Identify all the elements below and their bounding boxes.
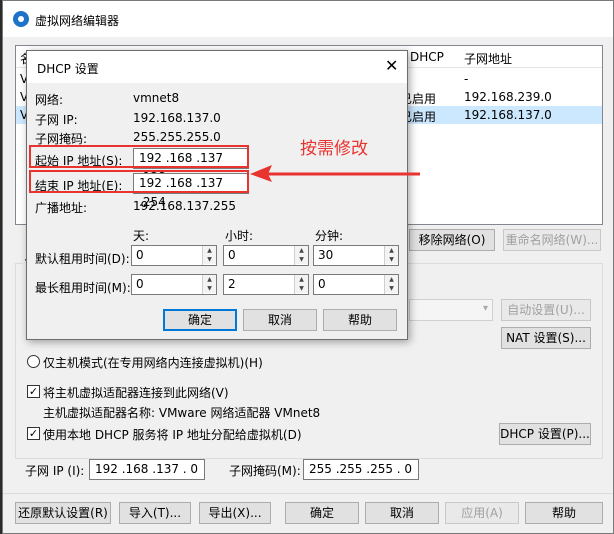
chevron-down-icon[interactable]: ▼: [203, 255, 216, 264]
chevron-down-icon: ▾: [482, 303, 488, 314]
dhcp-settings-button[interactable]: DHCP 设置(P)...: [499, 423, 591, 445]
max-lease-days-stepper[interactable]: 0 ▲ ▼: [131, 274, 217, 295]
network-label: 网络:: [35, 93, 64, 107]
import-button[interactable]: 导入(T)...: [119, 502, 191, 524]
list-header-dhcp[interactable]: DHCP: [410, 50, 444, 64]
chevron-down-icon[interactable]: ▼: [295, 284, 308, 293]
chevron-up-icon[interactable]: ▲: [295, 275, 308, 284]
stepper-arrows[interactable]: ▲ ▼: [202, 246, 216, 265]
remove-network-button[interactable]: 移除网络(O): [409, 229, 495, 251]
default-lease-days-stepper[interactable]: 0 ▲ ▼: [131, 245, 217, 266]
broadcast-label: 广播地址:: [35, 201, 88, 215]
row-subnet: -: [464, 72, 469, 86]
bridge-dropdown[interactable]: ▾: [409, 299, 493, 321]
annotation-text: 按需修改: [300, 139, 368, 159]
stepper-arrows[interactable]: ▲ ▼: [294, 246, 308, 265]
connect-adapter-label: 将主机虚拟适配器连接到此网络(V): [43, 386, 229, 400]
network-value: vmnet8: [133, 91, 180, 105]
subnet-ip-value: 192.168.137.0: [133, 111, 221, 125]
subnet-ip-label: 子网 IP (I):: [25, 464, 85, 478]
end-ip-highlight: [29, 170, 249, 193]
stepper-arrows[interactable]: ▲ ▼: [384, 246, 398, 265]
chevron-down-icon[interactable]: ▼: [295, 255, 308, 264]
start-ip-highlight: [29, 145, 249, 168]
default-lease-hours-stepper[interactable]: 0 ▲ ▼: [223, 245, 309, 266]
stepper-value: 0: [136, 277, 144, 291]
nat-settings-button[interactable]: NAT 设置(S)...: [501, 327, 591, 349]
minutes-header: 分钟:: [315, 229, 344, 243]
max-lease-hours-stepper[interactable]: 2 ▲ ▼: [223, 274, 309, 295]
chevron-down-icon[interactable]: ▼: [385, 284, 398, 293]
rename-network-button[interactable]: 重命名网络(W)...: [503, 229, 601, 251]
editor-title: 虚拟网络编辑器: [35, 14, 120, 28]
default-lease-label: 默认租用时间(D):: [35, 252, 130, 266]
dialog-titlebar: DHCP 设置 ✕: [27, 51, 407, 83]
dhcp-settings-dialog: DHCP 设置 ✕ 网络: vmnet8 子网 IP: 192.168.137.…: [26, 50, 408, 340]
row-subnet: 192.168.239.0: [464, 90, 552, 104]
network-app-icon: [13, 11, 29, 27]
row-subnet: 192.168.137.0: [464, 108, 552, 122]
chevron-down-icon[interactable]: ▼: [385, 255, 398, 264]
broadcast-value: 192.168.137.255: [133, 199, 237, 213]
subnet-ip-field[interactable]: 192 .168 .137 . 0: [89, 459, 205, 480]
divider: [3, 493, 613, 494]
stepper-arrows[interactable]: ▲ ▼: [384, 275, 398, 294]
apply-button[interactable]: 应用(A): [445, 502, 519, 524]
stepper-value: 2: [228, 277, 236, 291]
help-button[interactable]: 帮助: [525, 502, 603, 524]
annotation-arrow: [250, 165, 420, 182]
stepper-value: 30: [318, 248, 334, 262]
cancel-button[interactable]: 取消: [365, 502, 439, 524]
subnet-mask-label: 子网掩码(M):: [229, 464, 301, 478]
stepper-arrows[interactable]: ▲ ▼: [294, 275, 308, 294]
chevron-up-icon[interactable]: ▲: [295, 246, 308, 255]
dialog-title: DHCP 设置: [37, 62, 99, 76]
subnet-mask-field[interactable]: 255 .255 .255 . 0: [303, 459, 419, 480]
stepper-value: 0: [228, 248, 236, 262]
host-only-radio[interactable]: [27, 355, 40, 368]
default-lease-minutes-stepper[interactable]: 30 ▲ ▼: [313, 245, 399, 266]
list-header-subnet[interactable]: 子网地址: [464, 50, 512, 67]
hours-header: 小时:: [225, 229, 254, 243]
dialog-ok-button[interactable]: 确定: [163, 309, 237, 331]
use-dhcp-checkbox[interactable]: ✓: [27, 427, 40, 440]
use-dhcp-label: 使用本地 DHCP 服务将 IP 地址分配给虚拟机(D): [43, 428, 302, 442]
subnet-mask-value: 255.255.255.0: [133, 130, 221, 144]
connect-adapter-checkbox[interactable]: ✓: [27, 385, 40, 398]
ok-button[interactable]: 确定: [285, 502, 359, 524]
stepper-value: 0: [318, 277, 326, 291]
days-header: 天:: [133, 229, 150, 243]
export-button[interactable]: 导出(X)...: [199, 502, 271, 524]
chevron-down-icon[interactable]: ▼: [203, 284, 216, 293]
chevron-up-icon[interactable]: ▲: [385, 275, 398, 284]
stepper-value: 0: [136, 248, 144, 262]
max-lease-minutes-stepper[interactable]: 0 ▲ ▼: [313, 274, 399, 295]
dialog-cancel-button[interactable]: 取消: [243, 309, 317, 331]
chevron-up-icon[interactable]: ▲: [203, 275, 216, 284]
chevron-up-icon[interactable]: ▲: [203, 246, 216, 255]
chevron-up-icon[interactable]: ▲: [385, 246, 398, 255]
subnet-ip-label: 子网 IP:: [35, 113, 78, 127]
dialog-help-button[interactable]: 帮助: [323, 309, 397, 331]
stepper-arrows[interactable]: ▲ ▼: [202, 275, 216, 294]
adapter-name-text: 主机虚拟适配器名称: VMware 网络适配器 VMnet8: [43, 406, 321, 420]
restore-defaults-button[interactable]: 还原默认设置(R): [15, 502, 111, 524]
editor-titlebar: 虚拟网络编辑器: [3, 1, 613, 37]
close-icon[interactable]: ✕: [385, 56, 398, 75]
host-only-label: 仅主机模式(在专用网络内连接虚拟机)(H): [43, 356, 263, 370]
auto-settings-button[interactable]: 自动设置(U)...: [501, 299, 591, 321]
max-lease-label: 最长租用时间(M):: [35, 281, 131, 295]
